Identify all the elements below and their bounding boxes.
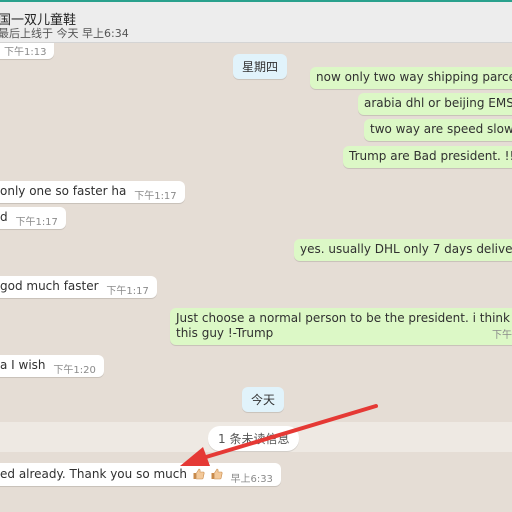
message-in: d 下午1:17 bbox=[0, 207, 66, 229]
message-time: 下午1:20 bbox=[53, 365, 96, 376]
message-text: yes. usually DHL only 7 days delivey ! bbox=[300, 242, 512, 256]
last-seen-status: 最后上线于 今天 早上6:34 bbox=[0, 27, 129, 40]
unread-count-label: 1 条未读信息 bbox=[208, 426, 300, 451]
message-text: Just choose a normal person to be the pr… bbox=[176, 311, 512, 325]
message-time: 下午 bbox=[492, 330, 512, 341]
message-text: ed already. Thank you so much bbox=[0, 467, 187, 481]
message-out: Just choose a normal person to be the pr… bbox=[170, 308, 512, 345]
message-in: 下午1:13 bbox=[0, 43, 55, 59]
message-in: only one so faster ha 下午1:17 bbox=[0, 181, 185, 203]
message-text: god much faster bbox=[0, 279, 99, 293]
message-in: a I wish 下午1:20 bbox=[0, 355, 104, 377]
message-text: only one so faster ha bbox=[0, 184, 127, 198]
message-time: 下午1:17 bbox=[15, 217, 58, 228]
message-time: 早上6:33 bbox=[230, 474, 273, 485]
chat-header[interactable]: 国一双儿童鞋 最后上线于 今天 早上6:34 bbox=[0, 2, 512, 43]
message-out: now only two way shipping parcel 下午 bbox=[310, 67, 512, 89]
date-divider-thursday: 星期四 bbox=[233, 54, 288, 79]
message-out: yes. usually DHL only 7 days delivey ! 下… bbox=[294, 239, 512, 261]
message-text: now only two way shipping parcel bbox=[316, 70, 512, 84]
message-out: Trump are Bad president. !!! 下午 bbox=[343, 146, 512, 168]
message-text-line2: this guy !-Trump bbox=[176, 326, 274, 340]
message-text: a I wish bbox=[0, 358, 46, 372]
message-in: ed already. Thank you so much 早上6:33 bbox=[0, 463, 281, 486]
message-text: d bbox=[0, 210, 8, 224]
message-list[interactable]: 下午1:13 星期四 now only two way shipping par… bbox=[0, 43, 512, 512]
message-text: two way are speed slow bbox=[370, 122, 512, 136]
date-divider-today: 今天 bbox=[242, 387, 285, 412]
message-text: arabia dhl or beijing EMS bbox=[364, 96, 512, 110]
message-time: 下午1:17 bbox=[134, 191, 177, 202]
message-text: Trump are Bad president. !!! bbox=[349, 149, 512, 163]
thumbs-up-icon bbox=[211, 468, 223, 480]
message-out: two way are speed slow 下午 bbox=[364, 119, 512, 141]
message-time: 下午1:13 bbox=[4, 47, 47, 58]
message-time: 下午1:17 bbox=[106, 286, 149, 297]
message-out: arabia dhl or beijing EMS 下午 bbox=[358, 93, 512, 115]
message-in: god much faster 下午1:17 bbox=[0, 276, 157, 298]
thumbs-up-icon bbox=[193, 468, 205, 480]
